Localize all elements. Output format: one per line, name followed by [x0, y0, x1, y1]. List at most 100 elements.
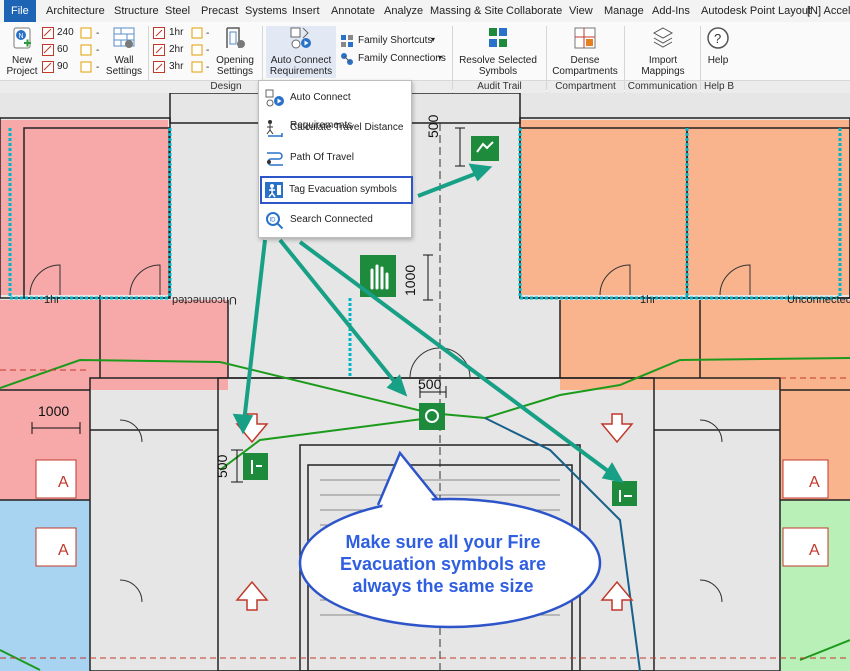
import-mappings-button[interactable]: Import Mappings [628, 26, 698, 78]
family-shortcuts-label: Family Shortcuts [358, 35, 433, 46]
svg-text:?: ? [714, 31, 721, 46]
fire-rating-2hr-label: 2hr [169, 44, 184, 55]
fire-rating-1hr-label: 1hr [169, 27, 184, 38]
family-connections-button[interactable]: Family Connections ▾ [340, 51, 448, 67]
tab-analyze[interactable]: Analyze [384, 0, 423, 22]
auto-connect-label-2: Requirements [269, 66, 333, 77]
opening-settings-icon [226, 27, 245, 48]
menu-item-label: Path Of Travel [290, 152, 354, 163]
wall-thickness-icon [42, 44, 54, 56]
chevron-down-icon: ▾ [438, 53, 443, 62]
fire-rating-icon [153, 27, 165, 39]
wall-settings-icon [113, 27, 135, 48]
wall-tag-1hr: 1hr [44, 294, 60, 306]
wall-settings-button[interactable]: Wall Settings [104, 26, 144, 78]
wall-dash-2: - [96, 45, 100, 56]
opening-settings-button[interactable]: Opening Settings [214, 26, 256, 78]
new-project-button[interactable]: N New Project [4, 26, 40, 78]
group-label-compartment: Compartment [547, 80, 624, 93]
door-dash-1: - [206, 28, 210, 39]
wall-tag-1hr: 1hr [640, 294, 656, 306]
tab-manage[interactable]: Manage [604, 0, 644, 22]
tab-annotate[interactable]: Annotate [331, 0, 375, 22]
room-fill [520, 120, 687, 295]
family-shortcuts-icon [341, 35, 353, 47]
room-fill [560, 300, 850, 390]
auto-connect-dropdown-menu: Auto Connect Requirements Calculate Trav… [258, 80, 413, 238]
family-connections-icon [341, 53, 353, 65]
menu-item-path-of-travel[interactable]: Path Of Travel [263, 144, 409, 172]
opening-settings-label-2: Settings [216, 66, 254, 77]
import-mappings-icon [652, 27, 674, 48]
menu-item-label: Search Connected [290, 214, 373, 225]
wall-tag-unconnected: Unconnected [787, 294, 850, 306]
dense-compartments-label-2: Compartments [552, 66, 618, 77]
auto-connect-icon [265, 89, 284, 107]
dimension-1000-mid: 1000 [402, 264, 418, 296]
group-label-audit-trail: Audit Trail [453, 80, 546, 93]
wall-tag-unconnected: Unconnected [172, 294, 237, 306]
menu-item-auto-connect-requirements[interactable]: Auto Connect Requirements [263, 84, 409, 131]
tab-precast[interactable]: Precast [201, 0, 238, 22]
help-label: Help [707, 55, 729, 66]
family-shortcuts-button[interactable]: Family Shortcuts ▾ [340, 33, 440, 49]
group-label-communication: Communication [625, 80, 700, 93]
resolve-selected-label-2: Symbols [478, 66, 518, 77]
tab-systems[interactable]: Systems [245, 0, 287, 22]
door-rating-icons [191, 27, 203, 73]
fire-rating-icon [153, 61, 165, 73]
menu-item-calculate-travel-distance[interactable]: Calculate Travel Distance [263, 114, 409, 142]
fire-rating-2hr-button[interactable]: 2hr [153, 43, 189, 57]
room-fill [687, 120, 850, 295]
dimension-500-top: 500 [425, 114, 441, 138]
wall-60-label: 60 [57, 44, 69, 55]
fire-rating-icon [153, 44, 165, 56]
help-button[interactable]: ? Help [703, 26, 733, 78]
menu-item-label: Calculate Travel Distance [290, 122, 404, 133]
resolve-selected-symbols-button[interactable]: Resolve Selected Symbols [456, 26, 540, 78]
tab-architecture[interactable]: Architecture [46, 0, 105, 22]
tab-autodesk-point-layout[interactable]: Autodesk Point Layout [701, 0, 811, 22]
tab-collaborate[interactable]: Collaborate [506, 0, 562, 22]
fire-rating-3hr-button[interactable]: 3hr [153, 60, 189, 74]
new-project-icon: N [13, 27, 31, 49]
dense-compartments-button[interactable]: Dense Compartments [550, 26, 620, 78]
wall-thickness-icon [42, 61, 54, 73]
auto-connect-icon [290, 27, 311, 49]
tab-accele[interactable]: [N] Accele [807, 0, 850, 22]
tab-file[interactable]: File [4, 0, 36, 22]
wall-90-label: 90 [57, 61, 69, 72]
tab-insert[interactable]: Insert [292, 0, 320, 22]
tab-structure[interactable]: Structure [114, 0, 159, 22]
dense-compartments-icon [574, 27, 596, 49]
room-tag-label: A [809, 542, 820, 559]
resolve-symbols-icon [489, 28, 507, 47]
menu-item-tag-evacuation-symbols[interactable]: Tag Evacuation symbols [260, 176, 413, 204]
fire-rating-1hr-button[interactable]: 1hr [153, 26, 189, 40]
help-icon: ? [707, 27, 729, 49]
travel-distance-icon [266, 120, 283, 137]
room-fill [0, 500, 90, 671]
door-dash-2: - [206, 45, 210, 56]
ribbon-tab-bar: File Architecture Structure Steel Precas… [0, 0, 850, 23]
room-fill [780, 500, 850, 671]
family-connections-label: Family Connections [358, 53, 446, 64]
tab-add-ins[interactable]: Add-Ins [652, 0, 690, 22]
tab-steel[interactable]: Steel [165, 0, 190, 22]
chevron-down-icon: ▾ [431, 35, 436, 44]
svg-text:ID: ID [270, 218, 277, 224]
new-project-label-2: Project [6, 66, 38, 77]
wall-dash-1: - [96, 28, 100, 39]
wall-dash-3: - [96, 62, 100, 73]
tab-massing-site[interactable]: Massing & Site [430, 0, 503, 22]
tab-view[interactable]: View [569, 0, 593, 22]
callout-text: Make sure all your Fire Evacuation symbo… [339, 532, 547, 596]
svg-text:N: N [19, 33, 24, 40]
menu-item-search-connected[interactable]: ID Search Connected [263, 206, 409, 234]
auto-connect-requirements-button[interactable]: Auto Connect Requirements [266, 26, 336, 78]
wall-240-label: 240 [57, 27, 74, 38]
group-label-help: Help B [701, 80, 850, 93]
dimension-500-center: 500 [418, 376, 442, 392]
dimension-500-left: 500 [214, 454, 230, 478]
wall-settings-label-2: Settings [105, 66, 143, 77]
